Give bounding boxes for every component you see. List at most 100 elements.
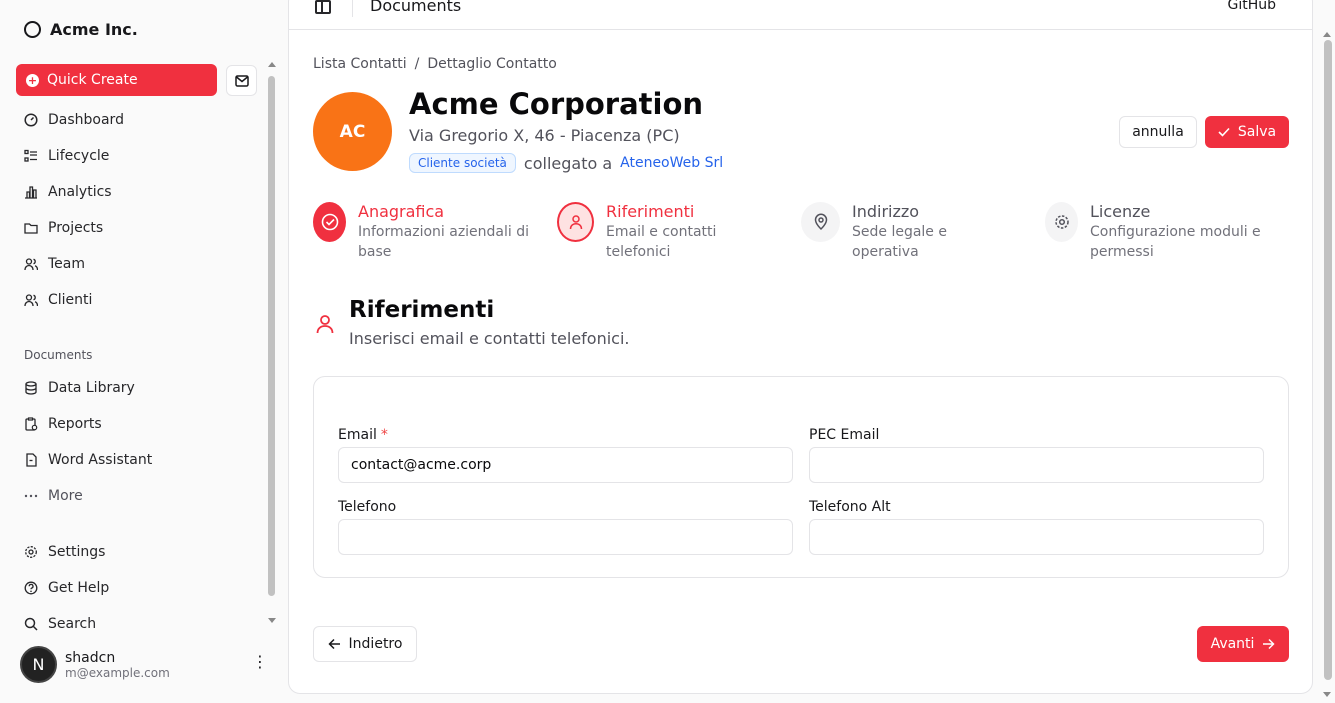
sidebar-item-team[interactable]: Team bbox=[24, 254, 85, 274]
help-icon bbox=[24, 581, 38, 595]
section-title: Riferimenti bbox=[349, 297, 495, 323]
sidebar-item-more[interactable]: More bbox=[24, 486, 83, 506]
documents-section-label: Documents bbox=[24, 348, 93, 362]
user-name: shadcn bbox=[65, 649, 116, 666]
more-icon bbox=[24, 494, 38, 498]
github-link[interactable]: GitHub bbox=[1227, 0, 1276, 13]
step-desc: Email e contatti telefonici bbox=[606, 224, 717, 260]
pec-field-group: PEC Email bbox=[809, 427, 1264, 483]
sidebar-item-reports[interactable]: Reports bbox=[24, 414, 102, 434]
sidebar-item-label: More bbox=[48, 488, 83, 504]
company-address: Via Gregorio X, 46 - Piacenza (PC) bbox=[409, 126, 680, 145]
email-label: Email * bbox=[338, 427, 793, 443]
sidebar-toggle-icon[interactable] bbox=[315, 0, 331, 14]
file-icon bbox=[26, 453, 37, 467]
brand-name: Acme Inc. bbox=[50, 20, 138, 39]
email-field[interactable]: contact@acme.corp bbox=[338, 447, 793, 483]
sidebar-item-analytics[interactable]: Analytics bbox=[24, 182, 112, 202]
breadcrumb-item-lista-contatti[interactable]: Lista Contatti bbox=[313, 56, 407, 72]
next-label: Avanti bbox=[1210, 636, 1255, 652]
step-title: Riferimenti bbox=[606, 202, 695, 221]
scroll-up-arrow-icon[interactable] bbox=[1323, 32, 1331, 37]
page-title: Documents bbox=[370, 0, 462, 15]
step-indirizzo[interactable]: Indirizzo Sede legale e operativa bbox=[801, 202, 1001, 262]
page-scrollbar[interactable] bbox=[1320, 32, 1335, 703]
user-menu[interactable]: N shadcn m@example.com bbox=[20, 646, 170, 683]
database-icon bbox=[25, 381, 37, 395]
sidebar-item-settings[interactable]: Settings bbox=[24, 542, 105, 562]
next-button[interactable]: Avanti bbox=[1197, 626, 1289, 662]
dashboard-icon bbox=[24, 113, 38, 127]
map-pin-icon bbox=[814, 213, 827, 231]
sidebar-item-label: Lifecycle bbox=[48, 148, 110, 164]
back-button[interactable]: Indietro bbox=[313, 626, 417, 662]
step-title: Anagrafica bbox=[358, 202, 445, 221]
check-icon bbox=[1218, 127, 1230, 137]
sidebar-scrollbar[interactable] bbox=[268, 70, 275, 600]
brand[interactable]: Acme Inc. bbox=[24, 20, 138, 39]
breadcrumb: Lista Contatti / Dettaglio Contatto bbox=[313, 56, 557, 72]
scroll-up-arrow-icon[interactable] bbox=[268, 62, 276, 67]
sidebar-item-dashboard[interactable]: Dashboard bbox=[24, 110, 124, 130]
sidebar-item-label: Dashboard bbox=[48, 112, 124, 128]
sidebar-item-data-library[interactable]: Data Library bbox=[24, 378, 135, 398]
required-marker: * bbox=[380, 427, 388, 443]
quick-create-button[interactable]: + Quick Create bbox=[16, 64, 217, 96]
sidebar-item-label: Reports bbox=[48, 416, 102, 432]
step-riferimenti[interactable]: Riferimenti Email e contatti telefonici bbox=[557, 202, 757, 262]
company-avatar: AC bbox=[313, 92, 392, 171]
bar-chart-icon bbox=[25, 186, 37, 199]
users-icon bbox=[24, 258, 38, 271]
step-licenze[interactable]: Licenze Configurazione moduli e permessi bbox=[1045, 202, 1289, 262]
arrow-right-icon bbox=[1263, 638, 1275, 650]
phone-field[interactable] bbox=[338, 519, 793, 555]
sidebar-item-projects[interactable]: Projects bbox=[24, 218, 103, 238]
list-icon bbox=[24, 149, 37, 162]
save-button[interactable]: Salva bbox=[1205, 116, 1289, 148]
clipboard-icon bbox=[25, 417, 38, 431]
arrow-left-icon bbox=[327, 638, 340, 650]
logo-icon bbox=[24, 21, 41, 38]
step-desc: Configurazione moduli e permessi bbox=[1090, 224, 1261, 260]
sidebar-item-label: Word Assistant bbox=[48, 452, 153, 468]
folder-icon bbox=[24, 223, 38, 234]
step-circle bbox=[801, 202, 840, 242]
scroll-down-arrow-icon[interactable] bbox=[1323, 692, 1331, 697]
gear-icon bbox=[25, 546, 37, 558]
phone-alt-label: Telefono Alt bbox=[809, 499, 891, 515]
phone-alt-field[interactable] bbox=[809, 519, 1264, 555]
sidebar-item-label: Team bbox=[48, 256, 86, 272]
save-label: Salva bbox=[1237, 124, 1277, 140]
user-icon bbox=[569, 215, 582, 230]
section-subtitle: Inserisci email e contatti telefonici. bbox=[349, 329, 630, 348]
cancel-button[interactable]: annulla bbox=[1119, 116, 1197, 148]
phone-label: Telefono bbox=[338, 499, 397, 515]
users-icon bbox=[24, 294, 38, 307]
step-anagrafica[interactable]: Anagrafica Informazioni aziendali di bas… bbox=[313, 202, 543, 262]
sidebar-item-get-help[interactable]: Get Help bbox=[24, 578, 109, 598]
user-menu-more-icon[interactable]: ⋮ bbox=[252, 654, 268, 670]
sidebar-item-label: Analytics bbox=[48, 184, 112, 200]
sidebar-item-label: Get Help bbox=[48, 580, 110, 596]
sidebar-item-search[interactable]: Search bbox=[24, 614, 96, 634]
sidebar-scrollbar-thumb[interactable] bbox=[268, 76, 275, 596]
pec-label: PEC Email bbox=[809, 427, 880, 443]
linked-company-link[interactable]: AteneoWeb Srl bbox=[620, 155, 723, 171]
step-circle bbox=[557, 202, 594, 242]
sidebar-item-label: Data Library bbox=[48, 380, 135, 396]
step-circle bbox=[1045, 202, 1078, 242]
gear-icon bbox=[1054, 215, 1069, 229]
mail-icon bbox=[234, 74, 249, 87]
user-email: m@example.com bbox=[65, 665, 170, 680]
sidebar-item-lifecycle[interactable]: Lifecycle bbox=[24, 146, 109, 166]
back-label: Indietro bbox=[348, 636, 403, 652]
page-scrollbar-thumb[interactable] bbox=[1324, 40, 1332, 680]
pec-email-field[interactable] bbox=[809, 447, 1264, 483]
sidebar-item-word-assistant[interactable]: Word Assistant bbox=[24, 450, 152, 470]
sidebar-item-clienti[interactable]: Clienti bbox=[24, 290, 92, 310]
quick-create-label: Quick Create bbox=[47, 72, 138, 88]
plus-circle-icon: + bbox=[26, 73, 39, 87]
scroll-down-arrow-icon[interactable] bbox=[268, 618, 276, 623]
inbox-button[interactable] bbox=[226, 65, 257, 96]
phone-alt-field-group: Telefono Alt bbox=[809, 499, 1264, 555]
